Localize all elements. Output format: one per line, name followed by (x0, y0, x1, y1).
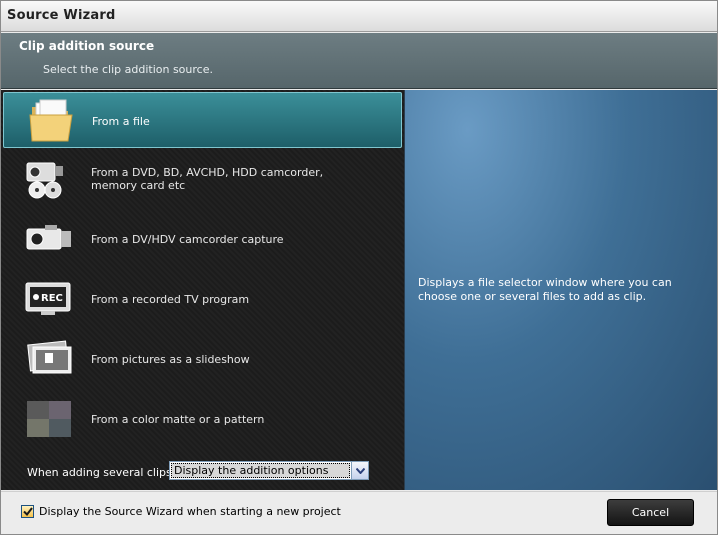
source-item-label: From a DVD, BD, AVCHD, HDD camcorder, me… (91, 166, 324, 192)
dv-camcorder-icon (26, 225, 71, 250)
source-item-slideshow[interactable]: From pictures as a slideshow (3, 331, 402, 387)
header-subtitle: Select the clip addition source. (43, 63, 213, 76)
multiple-clips-dropdown[interactable]: Display the addition options (169, 461, 369, 480)
source-description: Displays a file selector window where yo… (418, 276, 672, 303)
description-panel: Displays a file selector window where yo… (404, 90, 717, 490)
chevron-down-icon[interactable] (351, 462, 368, 479)
multiple-clips-row: When adding several clips: Display the a… (1, 460, 404, 490)
wizard-header: Clip addition source Select the clip add… (1, 33, 717, 89)
cancel-button[interactable]: Cancel (607, 499, 694, 526)
source-item-label: From a color matte or a pattern (91, 412, 265, 426)
source-item-dv-capture[interactable]: From a DV/HDV camcorder capture (3, 211, 402, 267)
header-title: Clip addition source (19, 39, 155, 53)
source-list: From a file From a DVD, BD, AVCHD, HDD c… (1, 90, 404, 490)
source-item-file[interactable]: From a file (3, 92, 402, 148)
folder-icon (29, 99, 73, 142)
wizard-footer: Display the Source Wizard when starting … (1, 491, 717, 534)
color-matte-icon (27, 401, 71, 437)
source-item-label: From a recorded TV program (91, 292, 250, 306)
checkmark-icon (22, 507, 33, 516)
tv-rec-icon: REC (25, 282, 71, 315)
camcorder-disc-icon (26, 162, 63, 199)
title-bar[interactable]: Source Wizard (1, 1, 717, 32)
show-wizard-checkbox-label[interactable]: Display the Source Wizard when starting … (39, 505, 341, 518)
dropdown-selected-value: Display the addition options (171, 463, 350, 478)
source-item-label: From a DV/HDV camcorder capture (91, 232, 284, 246)
slideshow-icon (27, 340, 72, 374)
source-wizard-window: Source Wizard Clip addition source Selec… (0, 0, 718, 535)
source-item-dvd-camcorder[interactable]: From a DVD, BD, AVCHD, HDD camcorder, me… (3, 151, 402, 207)
svg-text:REC: REC (41, 293, 63, 304)
source-item-label: From pictures as a slideshow (91, 352, 250, 366)
show-wizard-checkbox[interactable] (21, 505, 34, 518)
source-item-tv-program[interactable]: REC From a recorded TV program (3, 271, 402, 327)
source-item-label: From a file (92, 114, 150, 128)
multiple-clips-label: When adding several clips: (27, 466, 176, 479)
source-item-color-matte[interactable]: From a color matte or a pattern (3, 391, 402, 447)
window-title: Source Wizard (7, 8, 116, 23)
